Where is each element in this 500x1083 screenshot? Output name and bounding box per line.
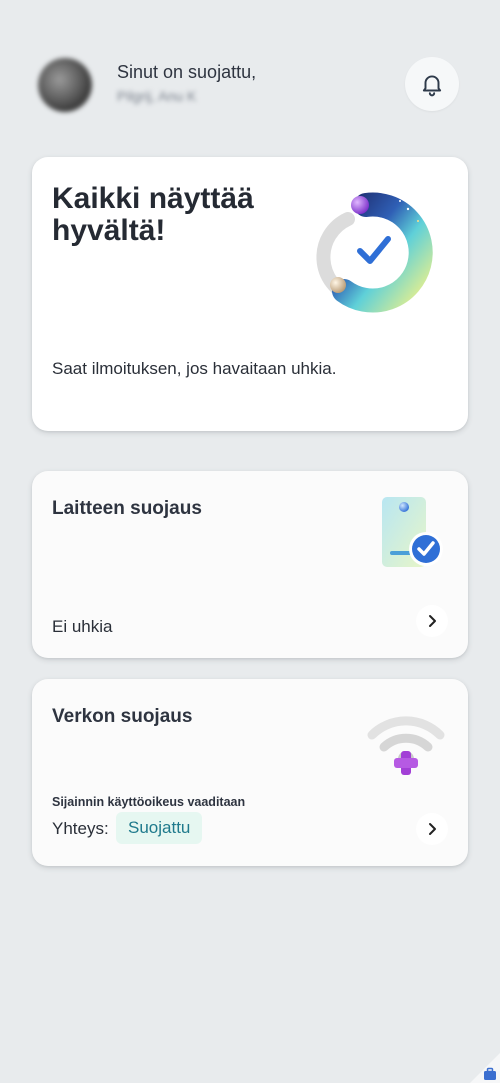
notifications-button[interactable] [405, 57, 459, 111]
greeting-text: Sinut on suojattu, [117, 62, 257, 82]
username-text: Pilgrij, Anu K [117, 88, 197, 104]
chevron-right-icon [429, 823, 436, 835]
status-title: Kaikki näyttää hyvältä! [52, 182, 254, 247]
bell-icon [422, 75, 442, 97]
device-status-text: Ei uhkia [52, 617, 113, 636]
connection-status-badge: Suojattu [116, 812, 203, 844]
location-permission-note: Sijainnin käyttöoikeus vaaditaan [52, 795, 246, 809]
network-protection-title: Verkon suojaus [52, 706, 193, 727]
device-protection-card[interactable]: Laitteen suojaus Ei uhkia [32, 471, 468, 658]
device-check-illustration [382, 497, 443, 567]
status-card: Kaikki näyttää hyvältä! Saat ilmoituksen… [32, 157, 468, 431]
network-details-button[interactable] [416, 813, 448, 845]
avatar[interactable] [38, 58, 92, 112]
network-protection-card[interactable]: Verkon suojaus Sijainnin käyttöoikeus va… [32, 679, 468, 866]
device-protection-title: Laitteen suojaus [52, 498, 202, 519]
device-details-button[interactable] [416, 605, 448, 637]
home-screen: Sinut on suojattu, Pilgrij, Anu K Kaikki… [0, 0, 500, 1083]
shield-check-illustration [316, 192, 433, 313]
wifi-plus-illustration [367, 716, 445, 775]
status-subtitle: Saat ilmoituksen, jos havaitaan uhkia. [52, 359, 337, 378]
chevron-right-icon [429, 615, 436, 627]
connection-label: Yhteys: [52, 819, 109, 838]
briefcase-icon [470, 1053, 500, 1083]
